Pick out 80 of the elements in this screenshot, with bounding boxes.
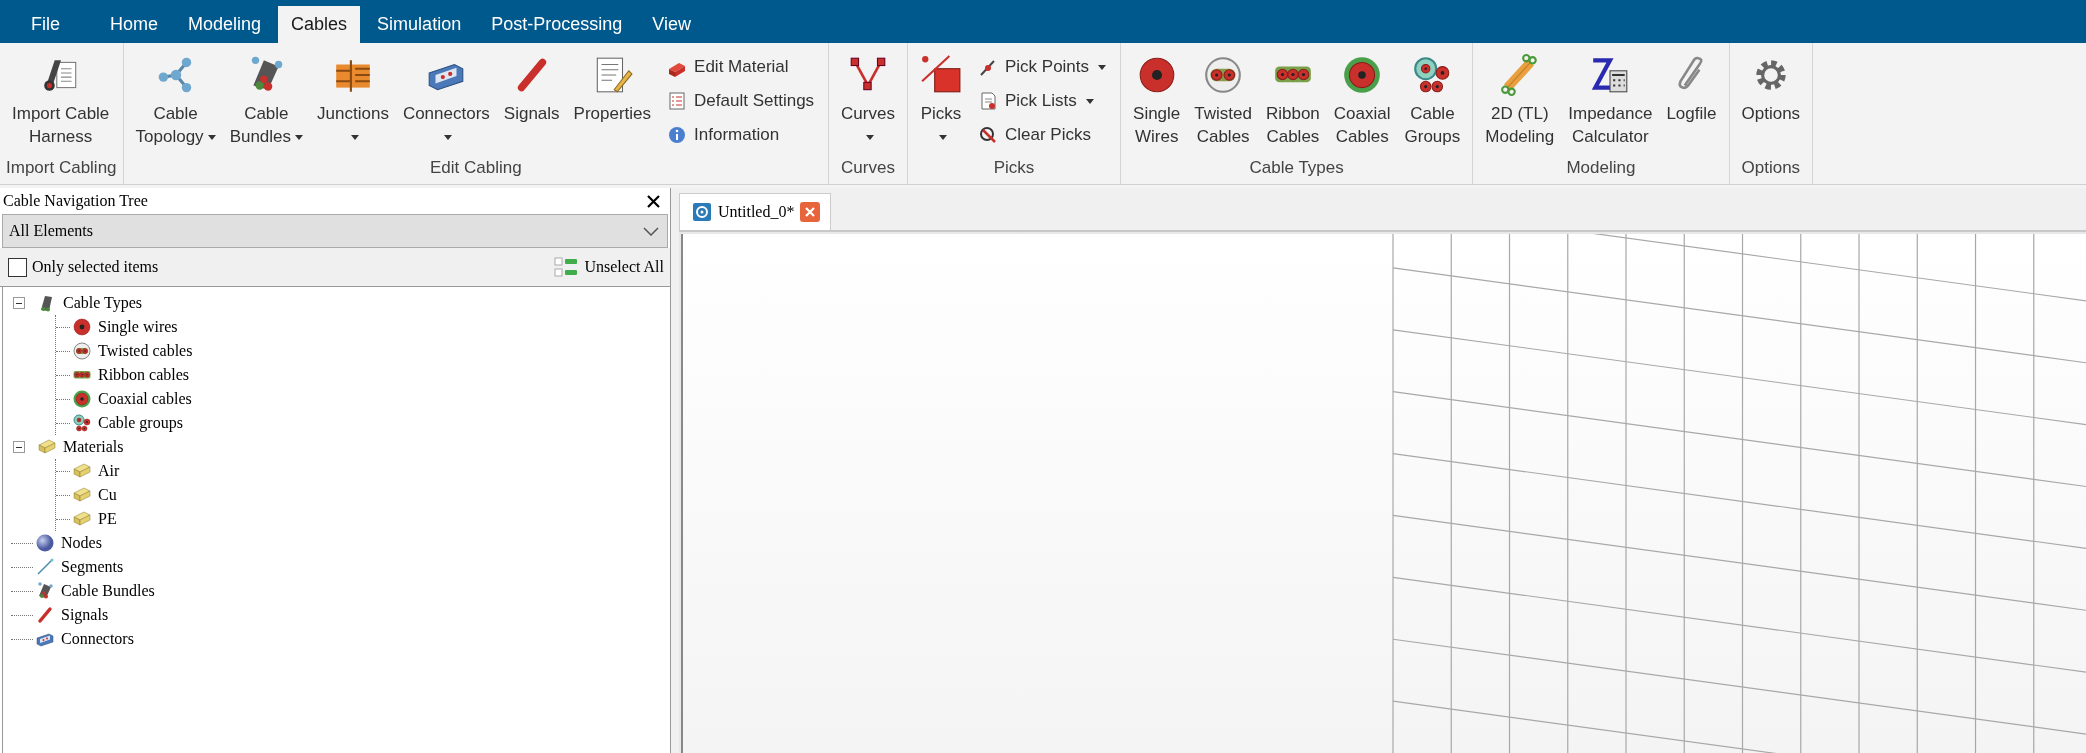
ribbon-button[interactable]: Cable Groups [1398,50,1467,150]
unselect-all-button[interactable]: Unselect All [554,256,664,278]
document-tab[interactable]: Untitled_0* [679,193,832,230]
ribbon-button[interactable]: Single Wires [1127,50,1187,150]
tree-item[interactable]: Materials [61,438,126,456]
checkbox-label: Only selected items [32,258,159,276]
menu-tab[interactable]: Home [97,6,172,43]
ribbon-button[interactable]: Ribbon Cables [1259,50,1326,150]
ribbon-button[interactable]: Default Settings [663,84,819,118]
toggle-list-icon [554,256,579,278]
clear-icon [977,125,998,145]
info-icon [667,125,688,145]
ribbon-button[interactable]: Properties [567,50,658,127]
ribbon-button[interactable]: Import Cable Harness [6,50,116,150]
ribbon-button[interactable]: Pick Points [973,50,1111,84]
group-label: Import Cabling [6,157,117,179]
ribbon-button[interactable]: Logfile [1660,50,1723,127]
coaxial-cable-icon [72,389,92,409]
sphere-icon [35,533,55,553]
group-label: Edit Cabling [429,157,523,179]
group-label: Cable Types [1248,157,1345,179]
brick-icon [72,461,92,481]
ribbon-button[interactable]: Cable Bundles [223,50,310,150]
tree-item[interactable]: Nodes [59,534,104,552]
brick-icon [72,485,92,505]
cable-document-icon [692,202,712,222]
list-icon [667,91,688,111]
tree-item[interactable]: Connectors [59,630,136,648]
cable-group-icon [72,413,92,433]
tree-item[interactable]: Segments [59,558,126,576]
brick-icon [37,437,57,457]
ribbon-button[interactable]: Options [1735,50,1807,127]
single-wire-icon [72,317,92,337]
menu-tab[interactable]: File [18,6,73,43]
collapse-icon[interactable] [13,441,25,453]
ribbon-button[interactable]: 2D (TL) Modeling [1479,50,1561,150]
tree-item[interactable]: Single wires [96,318,180,336]
tree-item[interactable]: PE [96,510,119,528]
ribbon-button[interactable]: Connectors [396,50,496,150]
collapse-icon[interactable] [13,297,25,309]
ribbon-button[interactable]: Coaxial Cables [1327,50,1397,150]
group-label: Curves [840,157,896,179]
menu-tab[interactable]: Cables [278,6,361,43]
menu-tab[interactable]: Modeling [175,6,275,43]
tree-item[interactable]: Signals [59,606,111,624]
brick-icon [72,509,92,529]
tree-item[interactable]: Coaxial cables [96,390,194,408]
chevron-icon [643,226,659,236]
menu-tab[interactable]: View [639,6,704,43]
checkbox[interactable] [8,257,27,277]
ribbon-button[interactable]: Signals [497,50,566,127]
menu-tab[interactable]: Post-Processing [478,6,636,43]
tree-item[interactable]: Cu [96,486,119,504]
ribbon-button[interactable]: Cable Topology [129,50,222,150]
ribbon-button[interactable]: Information [663,118,819,152]
group-label: Options [1740,157,1802,179]
ribbon-button[interactable]: Twisted Cables [1188,50,1258,150]
tree-item[interactable]: Cable Bundles [59,582,157,600]
tree-item[interactable]: Air [96,462,122,480]
group-label: Picks [992,157,1036,179]
ribbon-button[interactable]: Pick Lists [973,84,1111,118]
ribbon-button[interactable]: Curves [835,50,901,150]
panel-title: Cable Navigation Tree [3,192,148,210]
group-label: Modeling [1565,157,1637,179]
ribbon-button[interactable]: Impedance Calculator [1562,50,1659,150]
ribbon-button[interactable]: Junctions [311,50,395,150]
tree-item[interactable]: Cable groups [96,414,185,432]
close-icon[interactable] [647,194,660,208]
tree-item[interactable]: Twisted cables [96,342,195,360]
ribbon-button[interactable]: Picks [913,50,968,150]
tree-item[interactable]: Cable Types [61,294,144,312]
rod-icon [35,605,55,625]
twisted-pair-icon [72,341,92,361]
filter-dropdown[interactable]: All Elements [2,214,668,248]
segment-icon [35,557,55,577]
ribbon-button[interactable]: Clear Picks [973,118,1111,152]
menu-tab[interactable]: Simulation [364,6,475,43]
cable-bundle-icon [35,581,55,601]
tree-item[interactable]: Ribbon cables [96,366,192,384]
ribbon-button[interactable]: Edit Material [663,50,819,84]
